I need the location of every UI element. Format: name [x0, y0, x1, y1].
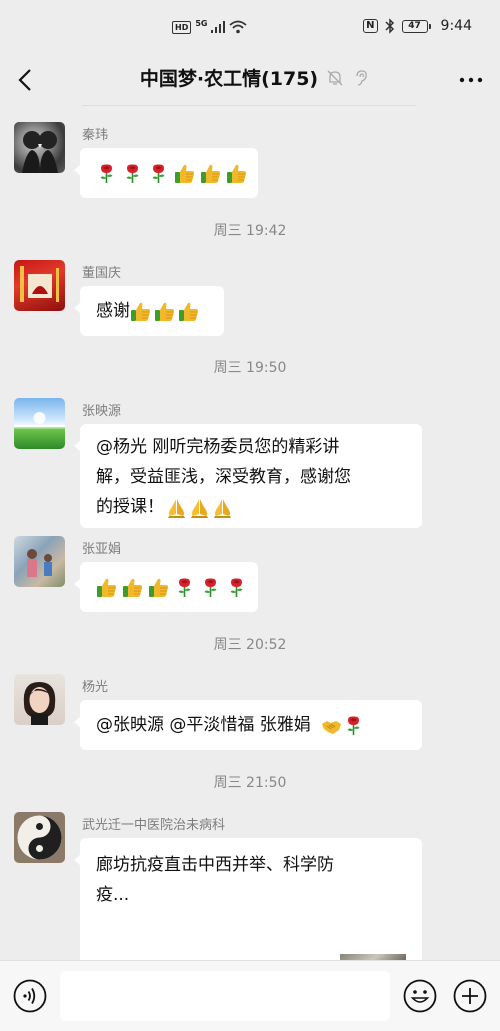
thumbs-up-icon	[96, 577, 117, 597]
avatar[interactable]	[14, 122, 65, 173]
avatar[interactable]	[14, 536, 65, 587]
plus-icon	[453, 979, 487, 1013]
more-features-button[interactable]	[453, 979, 487, 1013]
wifi-icon	[229, 20, 248, 34]
message-line: 廊坊抗疫直击中西并举、科学防	[96, 855, 334, 875]
thumbs-up-icon	[148, 577, 169, 597]
sender-name: 董国庆	[82, 266, 122, 281]
handshake-icon	[321, 719, 342, 735]
message-bubble[interactable]: @张映源 @平淡惜福 张雅娟	[74, 700, 422, 750]
nfc-icon: N	[363, 19, 378, 33]
thumbs-up-icon	[122, 577, 143, 597]
emoji-row	[96, 577, 247, 598]
thumbs-up-icon	[226, 163, 247, 183]
message-list[interactable]: 秦玮 周三 19:42 董国庆 感谢 周三 19:50 张映源 @杨光 刚听完杨…	[0, 106, 500, 960]
message-bubble[interactable]: 廊坊抗疫直击中西并举、科学防 疫...	[74, 838, 422, 960]
more-dots-icon	[459, 77, 483, 83]
input-bar	[0, 960, 500, 1031]
message-line: @杨光 刚听完杨委员您的精彩讲	[96, 437, 340, 457]
message-bubble[interactable]	[74, 148, 258, 198]
clock: 9:44	[440, 18, 472, 34]
hd-badge: HD	[172, 20, 192, 34]
voice-input-button[interactable]	[13, 979, 47, 1013]
status-left-group: HD 5G	[172, 19, 248, 34]
timestamp: 周三 19:42	[213, 223, 287, 239]
message-bubble[interactable]	[74, 562, 258, 612]
signal-icon	[211, 21, 226, 33]
sender-name: 杨光	[82, 680, 109, 695]
pray-icon	[214, 498, 231, 518]
chat-title-group: 中国梦·农工情(175)	[0, 64, 500, 91]
message-text: 感谢	[96, 301, 130, 321]
pray-icon	[191, 498, 208, 518]
rose-icon	[203, 577, 218, 598]
status-right-group: N 47 9:44	[363, 18, 472, 34]
timestamp: 周三 20:52	[213, 637, 287, 653]
voice-icon	[13, 979, 47, 1013]
mute-bell-icon	[327, 70, 343, 85]
rose-icon	[346, 715, 361, 736]
sender-name: 张亚娟	[82, 542, 122, 557]
emoji-row	[321, 715, 364, 736]
rose-icon	[177, 577, 192, 598]
message-text: @张映源 @平淡惜福 张雅娟	[96, 715, 311, 735]
emoji-row	[130, 301, 199, 322]
message-bubble[interactable]: @杨光 刚听完杨委员您的精彩讲 解，受益匪浅，深受教育，感谢您 的授课！	[74, 424, 422, 528]
title-bar: 中国梦·农工情(175)	[0, 56, 500, 104]
timestamp: 周三 21:50	[213, 775, 287, 791]
message-line: 解，受益匪浅，深受教育，感谢您	[96, 467, 351, 487]
avatar[interactable]	[14, 674, 65, 725]
message-input[interactable]	[60, 971, 390, 1021]
smiley-icon	[403, 979, 437, 1013]
rose-icon	[99, 163, 114, 184]
thumbs-up-icon	[174, 163, 195, 183]
thumbs-up-icon	[178, 301, 199, 321]
thumbs-up-icon	[200, 163, 221, 183]
status-bar: HD 5G N 47 9:44	[0, 0, 500, 56]
bluetooth-icon	[385, 18, 394, 34]
avatar[interactable]	[14, 398, 65, 449]
sender-name: 张映源	[82, 404, 122, 419]
rose-icon	[151, 163, 166, 184]
emoji-row	[166, 497, 233, 518]
rose-icon	[229, 577, 244, 598]
sender-name: 武光迁一中医院治未病科	[82, 818, 226, 833]
avatar[interactable]	[14, 812, 65, 863]
chat-title: 中国梦·农工情(175)	[139, 68, 319, 90]
network-label: 5G	[195, 19, 208, 28]
emoji-button[interactable]	[403, 979, 437, 1013]
timestamp: 周三 19:50	[213, 360, 287, 376]
rose-icon	[125, 163, 140, 184]
earpiece-icon	[356, 69, 367, 86]
message-bubble[interactable]: 感谢	[74, 286, 224, 336]
thumbs-up-icon	[130, 301, 151, 321]
more-options-button[interactable]	[458, 68, 484, 92]
avatar[interactable]	[14, 260, 65, 311]
thumbs-up-icon	[154, 301, 175, 321]
message-line: 疫...	[96, 885, 130, 905]
message-line: 的授课！	[96, 497, 164, 517]
emoji-row	[96, 163, 247, 184]
sender-name: 秦玮	[82, 128, 109, 143]
battery-indicator: 47	[401, 19, 431, 33]
pray-icon	[168, 498, 185, 518]
